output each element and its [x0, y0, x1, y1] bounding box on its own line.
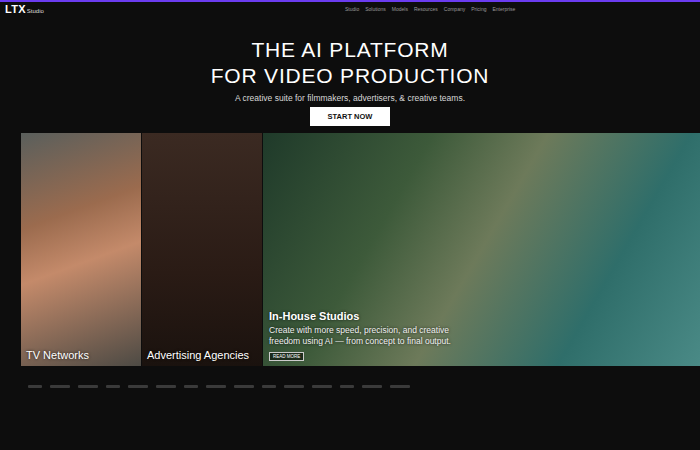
solution-card[interactable]: TV Networks	[21, 133, 141, 366]
hero: THE AI PLATFORMFOR VIDEO PRODUCTION A cre…	[0, 15, 700, 126]
partner-logo-icon	[128, 384, 148, 389]
hero-title: THE AI PLATFORMFOR VIDEO PRODUCTION	[211, 37, 490, 89]
nav-item[interactable]: Studio	[345, 6, 359, 12]
card-description: Create with more speed, precision, and c…	[269, 325, 459, 347]
partner-logo-icon	[312, 384, 332, 389]
card-label: In-House Studios	[269, 310, 692, 322]
card-label: TV Networks	[26, 349, 137, 361]
partner-logo-icon	[340, 384, 354, 389]
nav-item[interactable]: Enterprise	[493, 6, 516, 12]
start-button[interactable]: START NOW	[310, 107, 391, 126]
nav-item[interactable]: Resources	[414, 6, 438, 12]
partner-logo-icon	[262, 384, 276, 389]
partner-logo-icon	[206, 384, 226, 389]
read-more-button[interactable]: READ MORE	[269, 352, 304, 361]
partner-logo-icon	[28, 384, 42, 389]
hero-title-line: THE AI PLATFORM	[211, 37, 490, 63]
solution-card[interactable]: Advertising Agencies	[142, 133, 262, 366]
nav: Studio Solutions Models Resources Company Pri…	[345, 6, 515, 12]
partner-logo-icon	[284, 384, 304, 389]
partner-logo-icon	[390, 384, 410, 389]
partner-logo-icon	[156, 384, 176, 389]
header: LTXStudioStudioSolutionsModelsResourcesC…	[0, 2, 700, 15]
logo[interactable]: LTXStudio	[5, 3, 345, 15]
partner-logo-icon	[362, 384, 382, 389]
logo-suffix: Studio	[27, 8, 44, 14]
page: LTXStudioStudioSolutionsModelsResourcesC…	[0, 0, 700, 450]
nav-item[interactable]: Pricing	[471, 6, 486, 12]
card-row: TV Networks Advertising Agencies In-House …	[21, 133, 700, 366]
hero-subtitle: A creative suite for filmmakers, adverti…	[235, 93, 465, 103]
partner-logo-icon	[50, 384, 70, 389]
nav-item[interactable]: Company	[444, 6, 465, 12]
partner-logos	[28, 384, 700, 389]
solution-card[interactable]: In-House Studios Create with more speed, …	[263, 133, 700, 366]
nav-item[interactable]: Solutions	[365, 6, 386, 12]
partner-logo-icon	[78, 384, 98, 389]
partner-logo-icon	[106, 384, 120, 389]
partner-logo-icon	[234, 384, 254, 389]
partner-logo-icon	[184, 384, 198, 389]
nav-item[interactable]: Models	[392, 6, 408, 12]
logo-text: LTX	[5, 3, 26, 15]
card-label: Advertising Agencies	[147, 349, 258, 361]
hero-title-line: FOR VIDEO PRODUCTION	[211, 63, 490, 89]
